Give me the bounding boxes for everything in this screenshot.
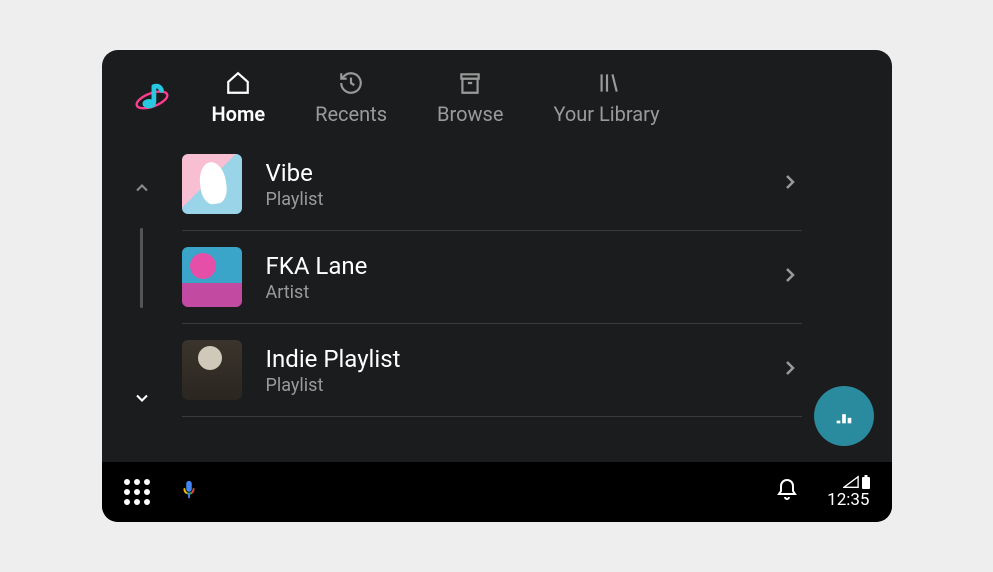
chevron-right-icon xyxy=(778,170,802,198)
item-text: Vibe Playlist xyxy=(266,159,778,210)
now-playing-fab[interactable] xyxy=(814,386,874,446)
system-bottom-bar: 12:35 xyxy=(102,462,892,522)
library-icon xyxy=(594,70,620,96)
chevron-down-icon xyxy=(132,388,152,408)
scroll-control xyxy=(102,138,182,462)
scroll-indicator xyxy=(140,228,143,308)
battery-icon xyxy=(862,475,870,489)
content-area: Vibe Playlist FKA Lane Artist xyxy=(102,138,892,462)
list-item[interactable]: Vibe Playlist xyxy=(182,138,802,231)
item-title: Indie Playlist xyxy=(266,345,778,373)
home-icon xyxy=(225,70,251,96)
tab-library[interactable]: Your Library xyxy=(553,70,659,126)
bell-icon xyxy=(775,478,799,502)
nav-tabs: Home Recents Browse xyxy=(202,70,892,126)
media-list: Vibe Playlist FKA Lane Artist xyxy=(182,138,892,462)
tab-home[interactable]: Home xyxy=(212,70,266,126)
top-navigation-bar: Home Recents Browse xyxy=(102,50,892,138)
chevron-up-icon xyxy=(132,178,152,198)
history-icon xyxy=(338,70,364,96)
archive-icon xyxy=(457,70,483,96)
scroll-down-button[interactable] xyxy=(132,388,152,412)
item-thumbnail xyxy=(182,340,242,400)
item-subtitle: Artist xyxy=(266,282,778,303)
signal-icon xyxy=(843,475,859,489)
equalizer-icon xyxy=(833,405,855,427)
app-launcher-button[interactable] xyxy=(124,479,150,505)
mic-icon xyxy=(178,479,200,501)
chevron-right-icon xyxy=(778,356,802,384)
tab-library-label: Your Library xyxy=(553,102,659,126)
item-thumbnail xyxy=(182,154,242,214)
tab-browse[interactable]: Browse xyxy=(437,70,503,126)
chevron-right-icon xyxy=(778,263,802,291)
list-item[interactable]: FKA Lane Artist xyxy=(182,231,802,324)
clock: 12:35 xyxy=(827,490,869,510)
list-item[interactable]: Indie Playlist Playlist xyxy=(182,324,802,417)
tab-recents[interactable]: Recents xyxy=(315,70,387,126)
tab-recents-label: Recents xyxy=(315,102,387,126)
music-note-logo-icon xyxy=(133,79,171,117)
car-media-screen: Home Recents Browse xyxy=(102,50,892,522)
tab-browse-label: Browse xyxy=(437,102,503,126)
item-title: FKA Lane xyxy=(266,252,778,280)
app-logo[interactable] xyxy=(102,79,202,117)
status-icons xyxy=(843,475,870,489)
item-text: FKA Lane Artist xyxy=(266,252,778,303)
notifications-button[interactable] xyxy=(775,478,799,506)
scroll-up-button[interactable] xyxy=(132,178,152,202)
item-text: Indie Playlist Playlist xyxy=(266,345,778,396)
tab-home-label: Home xyxy=(212,102,266,126)
item-subtitle: Playlist xyxy=(266,189,778,210)
item-thumbnail xyxy=(182,247,242,307)
item-subtitle: Playlist xyxy=(266,375,778,396)
status-area: 12:35 xyxy=(827,475,869,510)
voice-assistant-button[interactable] xyxy=(178,479,200,505)
item-title: Vibe xyxy=(266,159,778,187)
